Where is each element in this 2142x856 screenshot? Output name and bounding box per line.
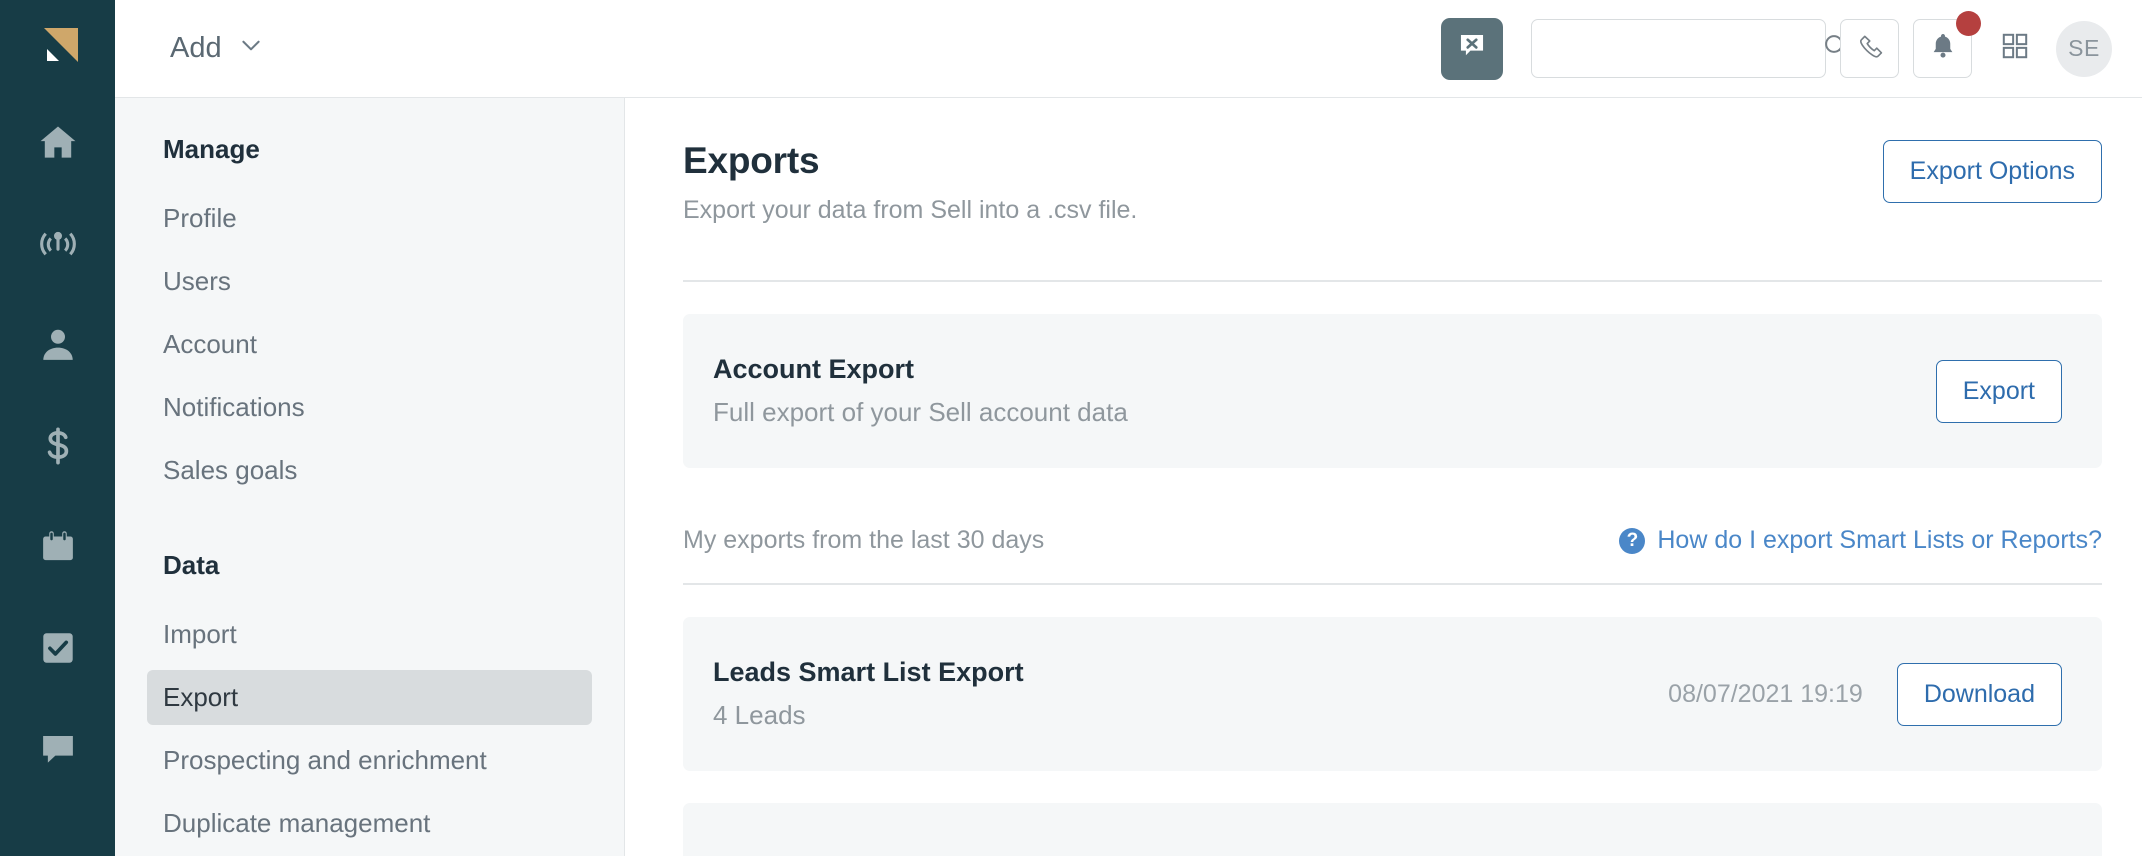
chat-bubble-icon <box>37 728 79 770</box>
phone-button[interactable] <box>1840 19 1899 78</box>
sidebar-item-prospecting-and-enrichment[interactable]: Prospecting and enrichment <box>147 733 592 788</box>
zendesk-sell-logo[interactable] <box>30 14 86 70</box>
header-divider <box>683 280 2102 282</box>
chevron-down-icon <box>238 32 264 66</box>
prospecting-radar-icon <box>36 222 80 266</box>
primary-nav-rail <box>0 0 115 856</box>
main-content: Exports Export your data from Sell into … <box>625 98 2142 856</box>
export-row-partial <box>683 803 2102 856</box>
account-export-button[interactable]: Export <box>1936 360 2062 423</box>
home-icon <box>36 121 80 165</box>
add-button-label: Add <box>170 32 222 65</box>
sidebar-item-notifications[interactable]: Notifications <box>147 380 592 435</box>
calendar-icon <box>37 526 79 568</box>
nav-group-title-data: Data <box>163 550 576 581</box>
top-bar: Add <box>115 0 2142 97</box>
rail-item-prospecting[interactable] <box>0 193 115 294</box>
body: Manage Profile Users Account Notificatio… <box>115 97 2142 856</box>
nav-group-title-manage: Manage <box>163 134 576 165</box>
rail-item-calendar[interactable] <box>0 496 115 597</box>
sidebar-item-duplicate-management[interactable]: Duplicate management <box>147 796 592 851</box>
rail-item-contacts[interactable] <box>0 294 115 395</box>
exports-list-label: My exports from the last 30 days <box>683 526 1619 555</box>
rail-item-home[interactable] <box>0 92 115 193</box>
phone-icon <box>1855 31 1885 66</box>
sidebar-item-import[interactable]: Import <box>147 607 592 662</box>
export-row-download-button[interactable]: Download <box>1897 663 2062 726</box>
export-row-timestamp: 08/07/2021 19:19 <box>1668 680 1863 709</box>
task-check-icon <box>37 627 79 669</box>
account-export-card: Account Export Full export of your Sell … <box>683 314 2102 468</box>
bell-icon <box>1928 31 1958 66</box>
question-circle-icon: ? <box>1619 528 1645 554</box>
account-export-text: Account Export Full export of your Sell … <box>713 354 1936 428</box>
message-dismiss-icon <box>1455 29 1489 68</box>
rail-item-tasks[interactable] <box>0 597 115 698</box>
search-box[interactable] <box>1531 19 1826 78</box>
sidebar-item-account[interactable]: Account <box>147 317 592 372</box>
settings-nav: Manage Profile Users Account Notificatio… <box>115 98 625 856</box>
page-subtitle: Export your data from Sell into a .csv f… <box>683 196 1883 225</box>
dollar-icon <box>37 425 79 467</box>
notification-badge <box>1956 11 1981 36</box>
avatar-initials: SE <box>2068 35 2100 62</box>
person-icon <box>37 324 79 366</box>
help-link-export-smart-lists[interactable]: ? How do I export Smart Lists or Reports… <box>1619 526 2102 555</box>
rail-item-deals[interactable] <box>0 395 115 496</box>
rail-item-communication[interactable] <box>0 698 115 799</box>
exports-list-bar: My exports from the last 30 days ? How d… <box>683 526 2102 555</box>
export-row: Leads Smart List Export 4 Leads 08/07/20… <box>683 617 2102 771</box>
topbar-actions: SE <box>1441 18 2112 80</box>
app-root: Add <box>0 0 2142 856</box>
account-export-subtitle: Full export of your Sell account data <box>713 397 1936 428</box>
export-row-text: Leads Smart List Export 4 Leads <box>713 657 1668 731</box>
export-row-subtitle: 4 Leads <box>713 700 1668 731</box>
export-options-button[interactable]: Export Options <box>1883 140 2102 203</box>
apps-button[interactable] <box>1986 20 2044 78</box>
sidebar-item-sales-goals[interactable]: Sales goals <box>147 443 592 498</box>
account-export-title: Account Export <box>713 354 1936 385</box>
help-link-label: How do I export Smart Lists or Reports? <box>1657 526 2102 555</box>
sidebar-item-users[interactable]: Users <box>147 254 592 309</box>
page-title: Exports <box>683 140 1883 182</box>
right-pane: Add <box>115 0 2142 856</box>
message-dismiss-button[interactable] <box>1441 18 1503 80</box>
page-header: Exports Export your data from Sell into … <box>683 140 2102 225</box>
avatar[interactable]: SE <box>2056 21 2112 77</box>
page-header-text: Exports Export your data from Sell into … <box>683 140 1883 225</box>
search-input[interactable] <box>1550 37 1821 61</box>
add-button[interactable]: Add <box>160 26 274 72</box>
apps-grid-icon <box>1999 30 2031 67</box>
sidebar-item-profile[interactable]: Profile <box>147 191 592 246</box>
sidebar-item-export[interactable]: Export <box>147 670 592 725</box>
exports-list-divider <box>683 583 2102 585</box>
export-row-title: Leads Smart List Export <box>713 657 1668 688</box>
notifications-button[interactable] <box>1913 19 1972 78</box>
